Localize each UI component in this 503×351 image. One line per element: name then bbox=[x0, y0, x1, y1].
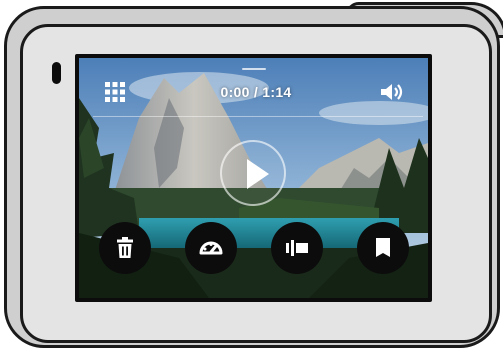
playback-speed-button[interactable] bbox=[185, 222, 237, 274]
overlay-divider bbox=[93, 116, 423, 117]
playback-time: 0:00 / 1:14 bbox=[220, 84, 292, 100]
scrub-handle[interactable] bbox=[242, 68, 266, 70]
speaker-volume-icon bbox=[381, 84, 403, 100]
speedometer-icon bbox=[199, 241, 223, 255]
media-grid-button[interactable] bbox=[105, 82, 125, 102]
play-button[interactable] bbox=[220, 140, 286, 206]
status-light bbox=[52, 62, 61, 84]
trim-button[interactable] bbox=[271, 222, 323, 274]
volume-button[interactable] bbox=[379, 82, 405, 102]
hilight-button[interactable] bbox=[357, 222, 409, 274]
play-icon bbox=[247, 159, 269, 189]
trash-icon bbox=[117, 237, 133, 258]
delete-button[interactable] bbox=[99, 222, 151, 274]
hilight-tag-icon bbox=[376, 238, 390, 257]
grid-icon bbox=[105, 82, 125, 102]
trim-icon bbox=[286, 240, 308, 256]
